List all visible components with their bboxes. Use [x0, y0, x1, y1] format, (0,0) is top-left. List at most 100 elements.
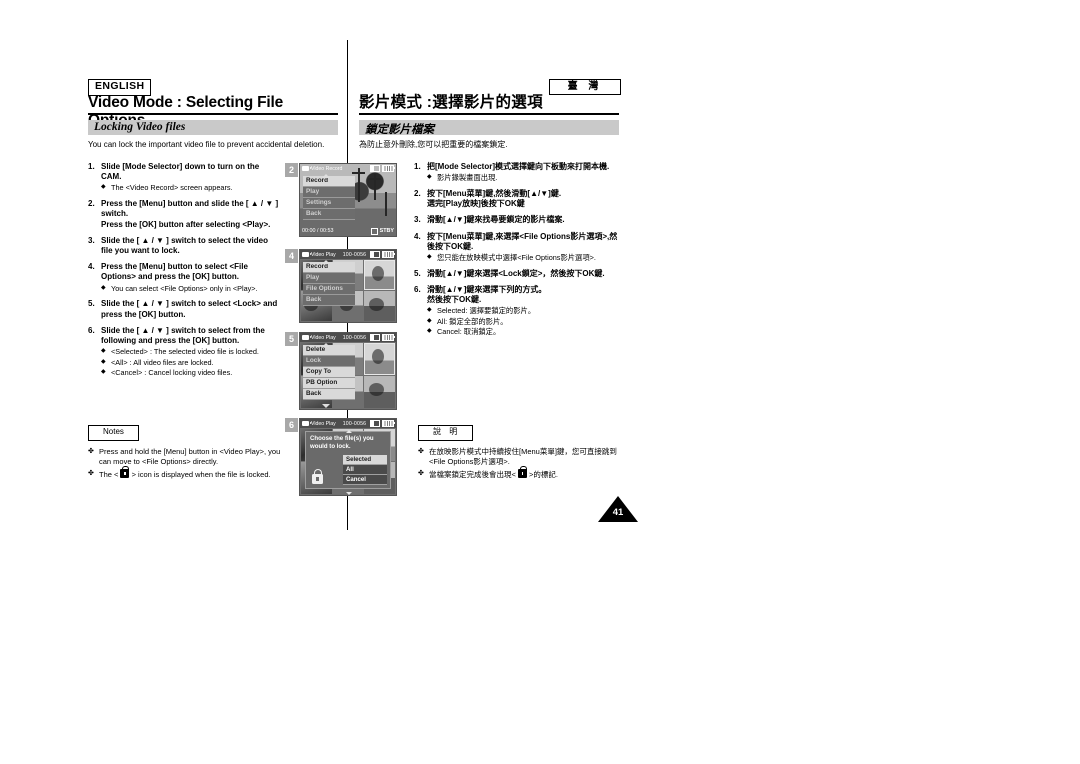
- scroll-down-arrow-icon[interactable]: [322, 404, 330, 408]
- camcorder-icon: [302, 335, 312, 340]
- step-body: Press the [Menu] button to select <File …: [101, 262, 280, 293]
- lcd-menu-list[interactable]: Record Play Settings Back: [303, 176, 355, 221]
- lcd-file-number: 100-0056: [342, 420, 367, 427]
- step-sub-bullet: ◆ <All> : All video files are locked.: [101, 358, 280, 368]
- step-number: 5.: [88, 299, 95, 309]
- step-sub-bullet: ◆ The <Video Record> screen appears.: [101, 183, 280, 193]
- section-heading-english-label: Locking Video files: [94, 121, 186, 133]
- step-body: 滑動[▲/▼]鍵來選擇<Lock鎖定>，然後按下OK鍵.: [427, 269, 619, 279]
- step-number: 3.: [88, 235, 95, 245]
- section-lead-chinese: 為防止意外刪除,您可以把重要的檔案鎖定.: [359, 140, 508, 149]
- lcd-screen-lock-dialog: Video Play 100-0056 Choose the file(s) y…: [299, 418, 397, 496]
- step-text: 把[Mode Selector]模式選擇鍵向下板動來打開本機.: [427, 162, 610, 171]
- lcd-file-number: 100-0056: [342, 251, 367, 258]
- lcd-status-bar: Video Play 100-0056: [300, 250, 396, 259]
- instruction-step: 1. 把[Mode Selector]模式選擇鍵向下板動來打開本機. ◆ 影片錄製畫面…: [414, 162, 619, 183]
- title-rule-chinese: [359, 113, 619, 115]
- lcd-screen-video-record: Video Record Record Play Settings Back 00:0…: [299, 163, 397, 237]
- scroll-up-arrow-icon[interactable]: [322, 174, 330, 178]
- lcd-screen-file-options: Video Play 100-0056 Delete Lock Copy To PB …: [299, 332, 397, 410]
- note-text: 當檔案鎖定完成後會出現< >的標記.: [429, 465, 559, 479]
- section-heading-chinese: 鎖定影片檔案: [359, 120, 619, 136]
- step-sub-text: <All> : All video files are locked.: [111, 357, 214, 367]
- step-sub-text: Cancel: 取消鎖定。: [437, 327, 501, 337]
- step-sub-bullet: ◆ <Cancel> : Cancel locking video files.: [101, 368, 280, 378]
- lcd-menu-item[interactable]: Back: [303, 389, 355, 401]
- step-sub-bullet: ◆ 您只能在放映模式中選擇<File Options影片選項>.: [427, 253, 619, 263]
- thumbnail-item-selected[interactable]: [364, 260, 395, 290]
- clover-bullet-icon: ✤: [88, 469, 94, 477]
- instruction-step: 2. 按下[Menu菜單]鍵,然後滑動[▲/▼]鍵. 選完[Play放映]後按下OK…: [414, 189, 619, 209]
- lcd-record-statusbar: 00:00 / 00:53 STBY: [300, 226, 396, 236]
- memory-card-icon: [370, 250, 380, 259]
- note-item: ✤ Press and hold the [Menu] button in <Vi…: [88, 447, 293, 467]
- diamond-bullet-icon: ◆: [427, 317, 432, 324]
- note-text: The < > icon is displayed when the file …: [99, 465, 271, 479]
- dialog-button[interactable]: Selected: [343, 455, 387, 466]
- battery-icon: [382, 419, 396, 428]
- locale-badge-taiwan: 臺 灣: [549, 79, 621, 95]
- note-item: ✤ The < > icon is displayed when the file…: [88, 465, 293, 480]
- memory-card-icon: [370, 164, 380, 173]
- instruction-step: 2. Press the [Menu] button and slide the …: [88, 199, 280, 230]
- dialog-button-list[interactable]: Selected All Cancel: [343, 455, 387, 485]
- panel-number-6: 6: [285, 418, 298, 432]
- diamond-bullet-icon: ◆: [427, 307, 432, 314]
- step-body: 按下[Menu菜單]鍵,然後滑動[▲/▼]鍵. 選完[Play放映]後按下OK鍵: [427, 189, 619, 209]
- lock-icon: [312, 469, 323, 484]
- scroll-up-arrow-icon[interactable]: [322, 343, 330, 347]
- dialog-button[interactable]: Cancel: [343, 475, 387, 485]
- standby-label: STBY: [379, 228, 394, 234]
- step-number: 4.: [88, 262, 95, 272]
- step-text: 按下[Menu菜單]鍵,來選擇<File Options影片選項>,然後按下OK…: [427, 231, 618, 251]
- step-number: 5.: [414, 268, 421, 278]
- clover-bullet-icon: ✤: [418, 469, 424, 477]
- stop-square-icon: [370, 227, 378, 235]
- thumbnail-item[interactable]: [364, 376, 395, 408]
- thumbnail-item-selected[interactable]: [364, 343, 395, 375]
- lcd-menu-list[interactable]: Delete Lock Copy To PB Option Back: [303, 345, 355, 401]
- panel-number-5: 5: [285, 332, 298, 346]
- lcd-menu-item[interactable]: Back: [303, 209, 355, 221]
- lcd-menu-item[interactable]: Lock: [303, 356, 355, 368]
- scroll-up-arrow-icon[interactable]: [346, 429, 352, 433]
- lcd-menu-item[interactable]: File Options: [303, 284, 355, 296]
- camcorder-icon: [302, 252, 312, 257]
- note-text: Press and hold the [Menu] button in <Vid…: [99, 447, 281, 466]
- lcd-mode-title: Video Play: [311, 251, 336, 258]
- step-sub-bullet: ◆ You can select <File Options> only in <…: [101, 284, 280, 294]
- dialog-button[interactable]: All: [343, 465, 387, 476]
- note-item: ✤ 在放映影片模式中持續按住[Menu菜單]鍵，您可直接跳到<File Optio…: [418, 447, 623, 467]
- step-sub-text: The <Video Record> screen appears.: [111, 183, 233, 193]
- step-number: 2.: [414, 188, 421, 198]
- battery-icon: [382, 250, 396, 259]
- diamond-bullet-icon: ◆: [101, 369, 106, 376]
- lcd-menu-list[interactable]: Record Play File Options Back: [303, 262, 355, 307]
- lcd-menu-item[interactable]: Back: [303, 295, 355, 307]
- panel-number-4: 4: [285, 249, 298, 263]
- notes-label-english: Notes: [88, 425, 139, 441]
- instruction-step: 3. Slide the [ ▲ / ▼ ] switch to select t…: [88, 236, 280, 256]
- instruction-step: 4. Press the [Menu] button to select <Fil…: [88, 262, 280, 293]
- instruction-step: 3. 滑動[▲/▼]鍵來找尋要鎖定的影片檔案.: [414, 215, 619, 225]
- lcd-menu-item[interactable]: Copy To: [303, 367, 355, 379]
- lcd-menu-item[interactable]: Settings: [303, 198, 355, 210]
- lcd-menu-item[interactable]: Play: [303, 187, 355, 199]
- lcd-mode-title: Video Play: [311, 334, 336, 341]
- instruction-step: 5. 滑動[▲/▼]鍵來選擇<Lock鎖定>，然後按下OK鍵.: [414, 269, 619, 279]
- lcd-menu-item[interactable]: Play: [303, 273, 355, 285]
- notes-label-chinese: 說 明: [418, 425, 474, 441]
- scroll-up-arrow-icon[interactable]: [322, 260, 330, 264]
- scroll-down-arrow-icon[interactable]: [346, 491, 352, 495]
- step-text: Press the [Menu] button and slide the [ …: [101, 199, 279, 229]
- panel-number-2: 2: [285, 163, 298, 177]
- step-text: Slide the [ ▲ / ▼ ] switch to select <Lo…: [101, 299, 278, 319]
- lcd-menu-item[interactable]: PB Option: [303, 378, 355, 390]
- thumbnail-item[interactable]: [364, 291, 395, 321]
- step-body: Slide [Mode Selector] down to turn on th…: [101, 162, 280, 193]
- clover-bullet-icon: ✤: [418, 448, 424, 455]
- diamond-bullet-icon: ◆: [101, 284, 106, 291]
- page-number: 41: [612, 507, 624, 518]
- diamond-bullet-icon: ◆: [101, 348, 106, 355]
- step-sub-text: Selected: 選擇要鎖定的影片。: [437, 306, 536, 316]
